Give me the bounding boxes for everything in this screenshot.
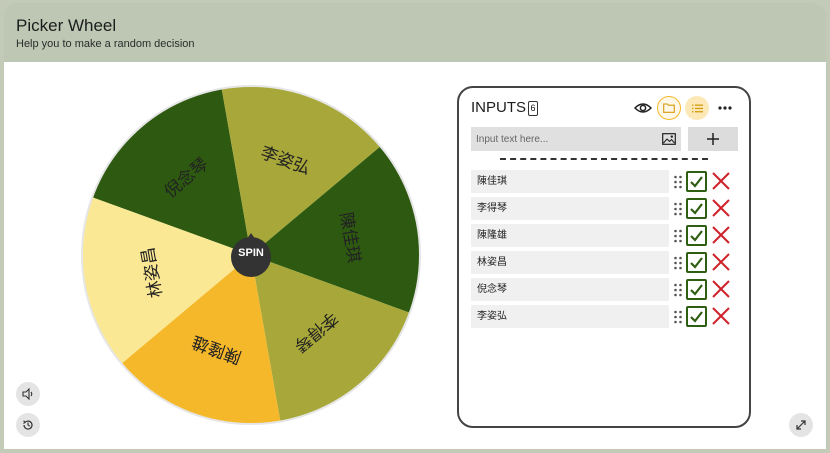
- hide-button[interactable]: [631, 96, 655, 120]
- entry-checkbox[interactable]: [686, 225, 707, 246]
- entry-row: 陳佳琪: [471, 170, 741, 193]
- drag-handle-icon[interactable]: [673, 310, 683, 324]
- delete-icon[interactable]: [711, 198, 731, 218]
- drag-handle-icon[interactable]: [673, 175, 683, 189]
- history-button[interactable]: [16, 413, 40, 437]
- history-icon: [23, 420, 33, 430]
- checkmark-icon: [690, 284, 703, 296]
- checkmark-icon: [690, 257, 703, 269]
- entry-checkbox[interactable]: [686, 279, 707, 300]
- entry-input[interactable]: [471, 127, 656, 151]
- delete-icon[interactable]: [711, 225, 731, 245]
- delete-icon[interactable]: [711, 252, 731, 272]
- delete-icon[interactable]: [711, 279, 731, 299]
- entry-row: 林姿昌: [471, 251, 741, 274]
- entry-checkbox[interactable]: [686, 252, 707, 273]
- list-button[interactable]: [685, 96, 709, 120]
- checkmark-icon: [690, 203, 703, 215]
- checkmark-icon: [690, 176, 703, 188]
- add-image-button[interactable]: [657, 127, 681, 151]
- folder-icon: [663, 103, 675, 113]
- delete-icon[interactable]: [711, 306, 731, 326]
- entry-label[interactable]: 陳佳琪: [471, 170, 669, 193]
- entry-count-badge: 6: [528, 101, 538, 116]
- entry-row: 陳隆雄: [471, 224, 741, 247]
- inputs-panel: INPUTS 6 Input text here... 陳佳琪 李得琴 陳隆雄 …: [457, 86, 751, 428]
- sound-button[interactable]: [16, 382, 40, 406]
- entry-label[interactable]: 陳隆雄: [471, 224, 669, 247]
- entry-label[interactable]: 李姿弘: [471, 305, 669, 328]
- checkmark-icon: [690, 311, 703, 323]
- fullscreen-button[interactable]: [789, 413, 813, 437]
- delete-icon[interactable]: [711, 171, 731, 191]
- speaker-icon: [22, 388, 33, 400]
- list-icon: [691, 104, 703, 112]
- app-subtitle: Help you to make a random decision: [16, 38, 195, 50]
- more-icon: [718, 106, 732, 110]
- plus-icon: [707, 133, 719, 145]
- drag-handle-icon[interactable]: [673, 256, 683, 270]
- entry-label[interactable]: 李得琴: [471, 197, 669, 220]
- divider: [500, 158, 708, 160]
- app-title: Picker Wheel: [16, 16, 117, 35]
- entry-row: 李姿弘: [471, 305, 741, 328]
- input-box: [471, 127, 681, 151]
- image-icon: [662, 133, 676, 145]
- fullscreen-icon: [796, 420, 806, 430]
- entry-label[interactable]: 倪念琴: [471, 278, 669, 301]
- entry-checkbox[interactable]: [686, 198, 707, 219]
- drag-handle-icon[interactable]: [673, 229, 683, 243]
- spin-button[interactable]: [228, 233, 274, 279]
- entry-label[interactable]: 林姿昌: [471, 251, 669, 274]
- app-header: Picker Wheel Help you to make a random d…: [4, 3, 826, 63]
- entry-checkbox[interactable]: [686, 171, 707, 192]
- eye-icon: [634, 103, 652, 113]
- entries-list: 陳佳琪李得琴陳隆雄林姿昌倪念琴李姿弘: [471, 170, 741, 332]
- entry-row: 李得琴: [471, 197, 741, 220]
- drag-handle-icon[interactable]: [673, 202, 683, 216]
- checkmark-icon: [690, 230, 703, 242]
- folder-button[interactable]: [657, 96, 681, 120]
- drag-handle-icon[interactable]: [673, 283, 683, 297]
- more-options-button[interactable]: [713, 96, 737, 120]
- entry-row: 倪念琴: [471, 278, 741, 301]
- panel-title: INPUTS: [471, 99, 527, 116]
- entry-checkbox[interactable]: [686, 306, 707, 327]
- add-entry-button[interactable]: [688, 127, 738, 151]
